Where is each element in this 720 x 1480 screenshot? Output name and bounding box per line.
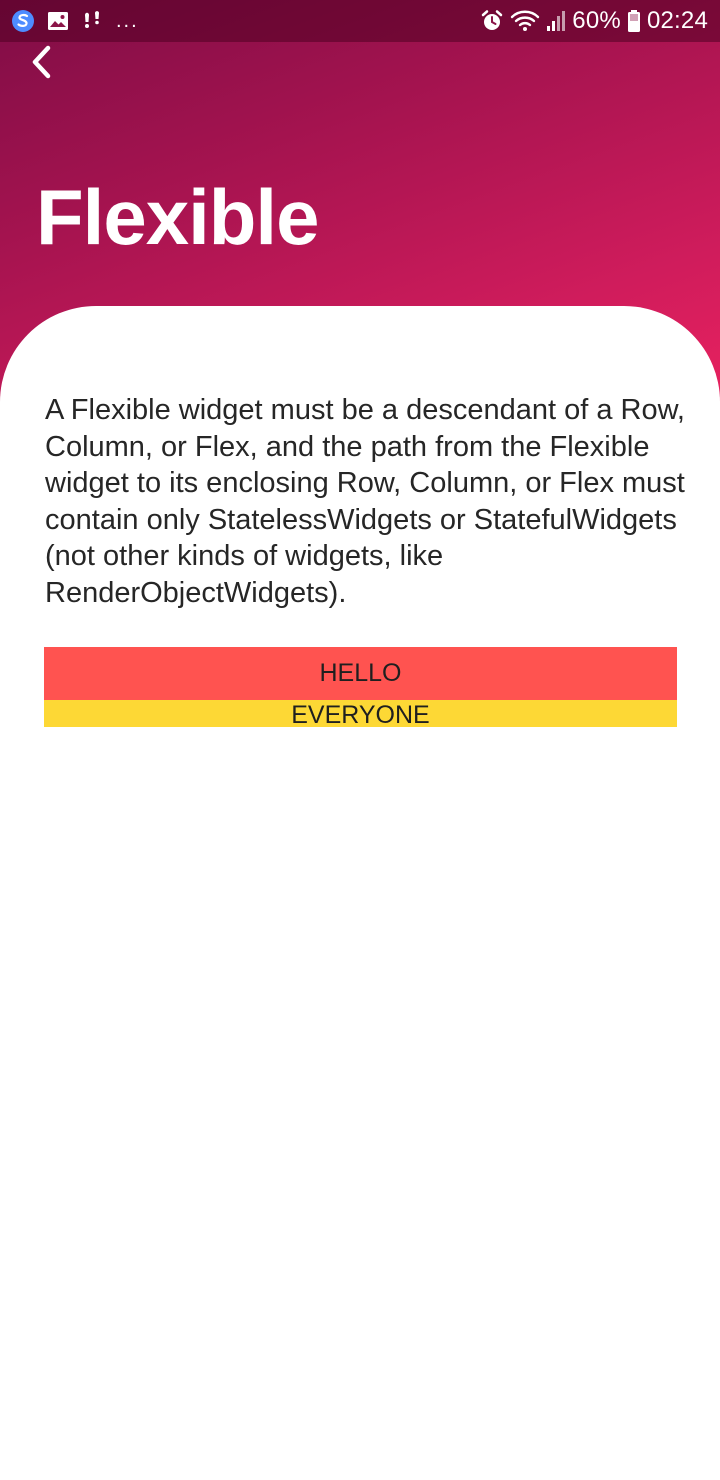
gallery-icon [46,9,70,33]
battery-icon [627,9,641,33]
back-button[interactable] [22,42,62,82]
flexible-hello: HELLO [44,647,677,700]
signal-icon [546,9,566,33]
hello-label: HELLO [319,659,402,687]
status-time: 02:24 [646,7,708,34]
notification-icon [80,9,104,33]
status-left: ... [10,9,139,33]
status-right: 60% 02:24 [480,7,708,35]
page-title: Flexible [36,173,319,261]
battery-percent: 60% [572,7,621,34]
alarm-icon [480,9,504,33]
skype-icon [10,9,36,33]
chevron-left-icon [32,45,51,79]
status-bar: ... 60% 02:24 [0,0,720,42]
flexible-everyone: EVERYONE [44,700,677,727]
everyone-label: EVERYONE [291,701,430,728]
description-text: A Flexible widget must be a descendant o… [45,394,685,609]
wifi-icon [510,9,540,33]
flex-demo: HELLO EVERYONE [44,647,677,727]
more-icon: ... [116,10,139,32]
